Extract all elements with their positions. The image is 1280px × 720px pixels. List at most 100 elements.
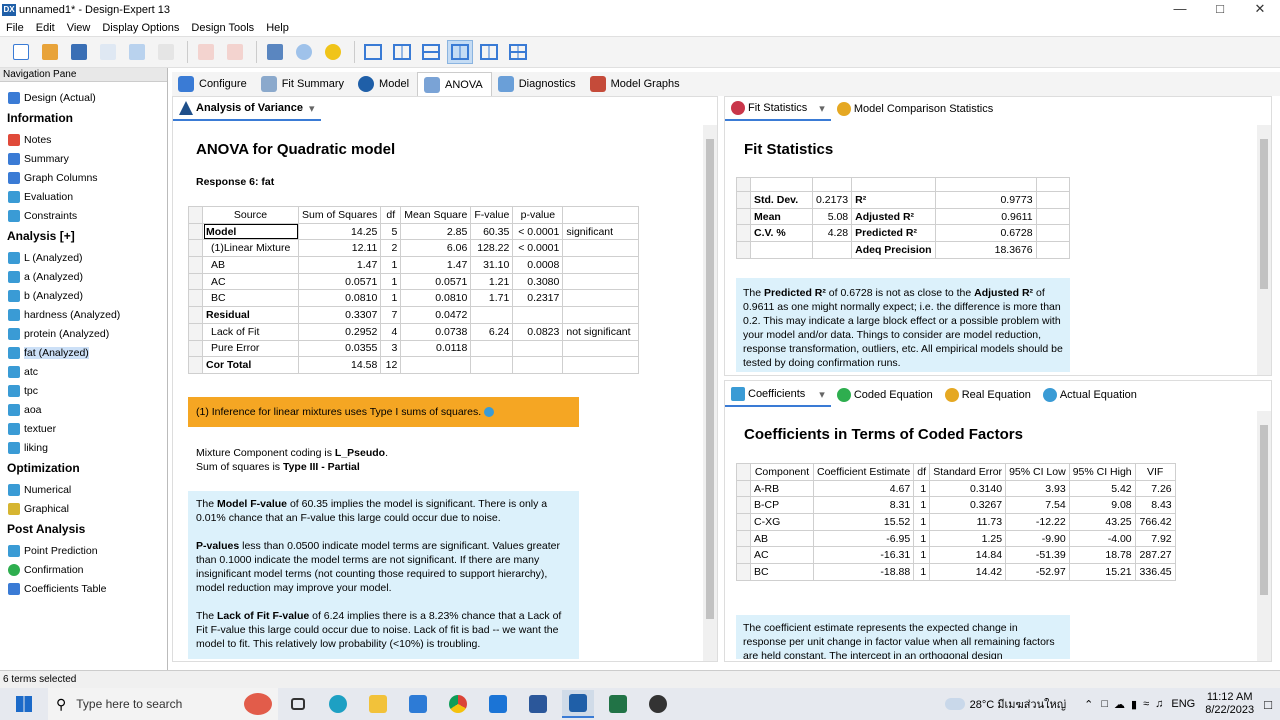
menu-display-options[interactable]: Display Options [96, 22, 185, 34]
app-button[interactable] [642, 690, 674, 718]
table-cell[interactable]: 0.3140 [929, 479, 1007, 498]
table-cell[interactable]: 0.0738 [400, 322, 472, 341]
table-cell[interactable]: 4.67 [812, 479, 915, 498]
table-cell[interactable]: 14.25 [297, 222, 382, 241]
store-button[interactable] [402, 690, 434, 718]
table-cell[interactable]: C.V. % [750, 224, 813, 243]
clock[interactable]: 11:12 AM 8/22/2023 [1205, 691, 1254, 717]
fit-scrollbar[interactable] [1257, 125, 1271, 375]
coefficients-scrollbar[interactable] [1257, 411, 1271, 661]
nav-summary[interactable]: Summary [0, 149, 167, 168]
table-cell[interactable] [562, 289, 640, 308]
table-cell[interactable]: < 0.0001 [512, 239, 564, 258]
table-cell[interactable]: 31.10 [470, 256, 514, 274]
table-cell[interactable]: -16.31 [812, 546, 915, 565]
subtab-coded-equation[interactable]: Coded Equation [831, 383, 939, 407]
menu-help[interactable]: Help [260, 22, 295, 34]
table-cell[interactable]: 0.3267 [929, 496, 1007, 515]
nav-evaluation[interactable]: Evaluation [0, 187, 167, 206]
table-cell[interactable]: 5 [380, 222, 402, 241]
design-expert-button[interactable] [562, 690, 594, 718]
file-explorer-button[interactable] [362, 690, 394, 718]
nav-analysis-a[interactable]: a (Analyzed) [0, 267, 167, 286]
table-cell[interactable]: 287.27 [1134, 546, 1176, 565]
info-icon[interactable] [484, 407, 495, 418]
table-cell[interactable]: 11.73 [929, 513, 1007, 531]
table-cell[interactable]: -9.90 [1005, 529, 1070, 548]
subtab-actual-equation[interactable]: Actual Equation [1037, 383, 1143, 407]
paste-button[interactable] [153, 40, 179, 64]
table-cell[interactable]: AB [202, 256, 299, 274]
table-cell[interactable]: 5.08 [811, 207, 853, 226]
row-header[interactable] [188, 239, 203, 258]
table-cell[interactable]: 2.85 [400, 222, 472, 241]
menu-file[interactable]: File [0, 22, 30, 34]
table-cell[interactable] [1035, 241, 1070, 259]
layout-three-pane-button[interactable] [447, 40, 473, 64]
row-header[interactable] [736, 479, 751, 498]
nav-analysis-aoa[interactable]: aoa [0, 400, 167, 419]
table-cell[interactable]: Adeq Precision [851, 241, 936, 259]
table-cell[interactable]: 18.78 [1068, 546, 1136, 565]
table-row[interactable]: A-RB 4.67 1 0.3140 3.93 5.42 7.26 [736, 479, 1176, 498]
table-cell[interactable] [811, 241, 853, 259]
table-cell[interactable]: 1.21 [470, 272, 514, 291]
scrollbar-thumb[interactable] [706, 139, 714, 619]
table-cell[interactable]: 0.0571 [297, 272, 382, 291]
table-cell[interactable] [562, 339, 640, 358]
task-view-button[interactable] [282, 690, 314, 718]
table-cell[interactable]: Std. Dev. [750, 191, 813, 209]
nav-analysis-tpc[interactable]: tpc [0, 381, 167, 400]
tab-fit-summary[interactable]: Fit Summary [255, 72, 352, 96]
table-cell[interactable]: 1.47 [400, 256, 472, 274]
subtab-real-equation[interactable]: Real Equation [939, 383, 1037, 407]
subtab-coefficients[interactable]: Coefficients ▾ [725, 383, 831, 407]
table-cell[interactable]: 3 [380, 339, 402, 358]
nav-analysis-b[interactable]: b (Analyzed) [0, 286, 167, 305]
table-row[interactable]: AC 0.0571 1 0.0571 1.21 0.3080 [188, 272, 640, 291]
table-cell[interactable]: 8.31 [812, 496, 915, 515]
table-row[interactable]: Model 14.25 5 2.85 60.35 < 0.0001 significant [188, 222, 640, 241]
table-cell[interactable]: 7.26 [1134, 479, 1176, 498]
row-header[interactable] [188, 356, 203, 374]
table-row[interactable]: BC 0.0810 1 0.0810 1.71 0.2317 [188, 289, 640, 308]
table-cell[interactable] [562, 356, 640, 374]
menu-design-tools[interactable]: Design Tools [185, 22, 260, 34]
table-cell[interactable]: 0.2173 [811, 191, 853, 209]
row-header[interactable] [188, 256, 203, 274]
table-cell[interactable]: 0.0823 [512, 322, 564, 341]
table-cell[interactable]: -6.95 [812, 529, 915, 548]
nav-analysis-hardness[interactable]: hardness (Analyzed) [0, 305, 167, 324]
table-row[interactable]: Cor Total 14.58 12 [188, 356, 640, 374]
table-cell[interactable]: 3.93 [1005, 479, 1070, 498]
layout-single-button[interactable] [360, 40, 386, 64]
table-cell[interactable]: 336.45 [1134, 563, 1176, 581]
tray-icon[interactable]: □ [1101, 698, 1108, 710]
nav-analysis-protein[interactable]: protein (Analyzed) [0, 324, 167, 343]
nav-point-prediction[interactable]: Point Prediction [0, 541, 167, 560]
nav-analysis-atc[interactable]: atc [0, 362, 167, 381]
minimize-button[interactable]: — [1160, 0, 1200, 20]
tips-button[interactable] [320, 40, 346, 64]
table-cell[interactable]: AC [750, 546, 814, 565]
chevron-down-icon[interactable]: ▾ [819, 102, 825, 115]
table-cell[interactable]: -12.22 [1005, 513, 1070, 531]
table-cell[interactable]: 18.3676 [934, 241, 1037, 259]
open-file-button[interactable] [37, 40, 63, 64]
table-cell[interactable]: 1.71 [470, 289, 514, 308]
network-icon[interactable]: ≈ [1143, 698, 1149, 710]
start-button[interactable] [4, 690, 44, 718]
table-cell[interactable]: 1 [913, 496, 931, 515]
nav-graphical[interactable]: Graphical [0, 499, 167, 518]
table-cell[interactable]: 14.58 [297, 356, 382, 374]
table-cell[interactable]: Mean [750, 207, 813, 226]
nav-coefficients-table[interactable]: Coefficients Table [0, 579, 167, 598]
notifications-icon[interactable]: □ [1264, 697, 1272, 712]
row-header[interactable] [736, 241, 751, 259]
subtab-fit-statistics[interactable]: Fit Statistics ▾ [725, 97, 831, 121]
table-cell[interactable]: 7 [380, 306, 402, 324]
table-cell[interactable]: 8.43 [1134, 496, 1176, 515]
word-button[interactable] [522, 690, 554, 718]
layout-vertical-split-button[interactable] [389, 40, 415, 64]
copy-button[interactable] [124, 40, 150, 64]
